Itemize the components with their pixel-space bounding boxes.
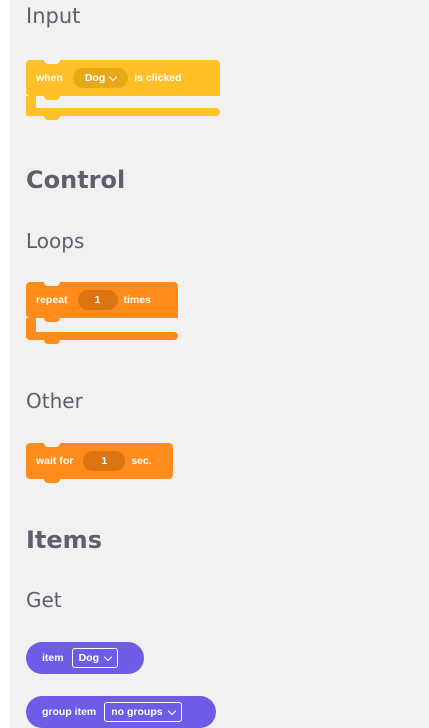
- is-clicked-label: is clicked: [134, 72, 182, 84]
- group-dropdown[interactable]: no groups: [104, 702, 182, 722]
- wait-for-block[interactable]: wait for 1 sec.: [26, 443, 173, 485]
- repeat-label: repeat: [36, 294, 68, 306]
- section-title-control: Control: [26, 166, 126, 194]
- group-item-label: group item: [42, 706, 97, 718]
- sprite-dropdown[interactable]: Dog: [72, 68, 129, 88]
- chevron-down-icon: [109, 72, 118, 81]
- chevron-down-icon: [103, 652, 113, 661]
- wait-for-label: wait for: [36, 455, 74, 467]
- item-dropdown-value: Dog: [78, 652, 100, 664]
- subsection-title-loops: Loops: [26, 229, 85, 253]
- section-title-input: Input: [26, 4, 81, 28]
- group-dropdown-value: no groups: [111, 706, 163, 718]
- wait-seconds-input[interactable]: 1: [83, 451, 126, 471]
- item-label: item: [42, 652, 64, 664]
- sprite-dropdown-value: Dog: [84, 72, 106, 84]
- wait-seconds-value: 1: [101, 455, 108, 467]
- block-palette[interactable]: Input when Dog is clicked Control Loops: [10, 0, 429, 728]
- chevron-down-icon: [167, 706, 176, 715]
- subsection-title-other: Other: [26, 389, 83, 413]
- subsection-title-get: Get: [26, 588, 62, 612]
- repeat-times-block[interactable]: repeat 1 times: [26, 282, 178, 348]
- item-dropdown[interactable]: Dog: [71, 648, 119, 668]
- section-title-items: Items: [26, 526, 102, 554]
- left-margin: [0, 0, 10, 728]
- when-clicked-block[interactable]: when Dog is clicked: [26, 60, 220, 124]
- when-label: when: [36, 72, 63, 84]
- repeat-count-value: 1: [94, 294, 101, 306]
- group-item-reporter-block[interactable]: group item no groups: [26, 696, 216, 728]
- sec-label: sec.: [131, 455, 152, 467]
- times-label: times: [123, 294, 151, 306]
- repeat-count-input[interactable]: 1: [77, 290, 118, 310]
- item-reporter-block[interactable]: item Dog: [26, 642, 144, 674]
